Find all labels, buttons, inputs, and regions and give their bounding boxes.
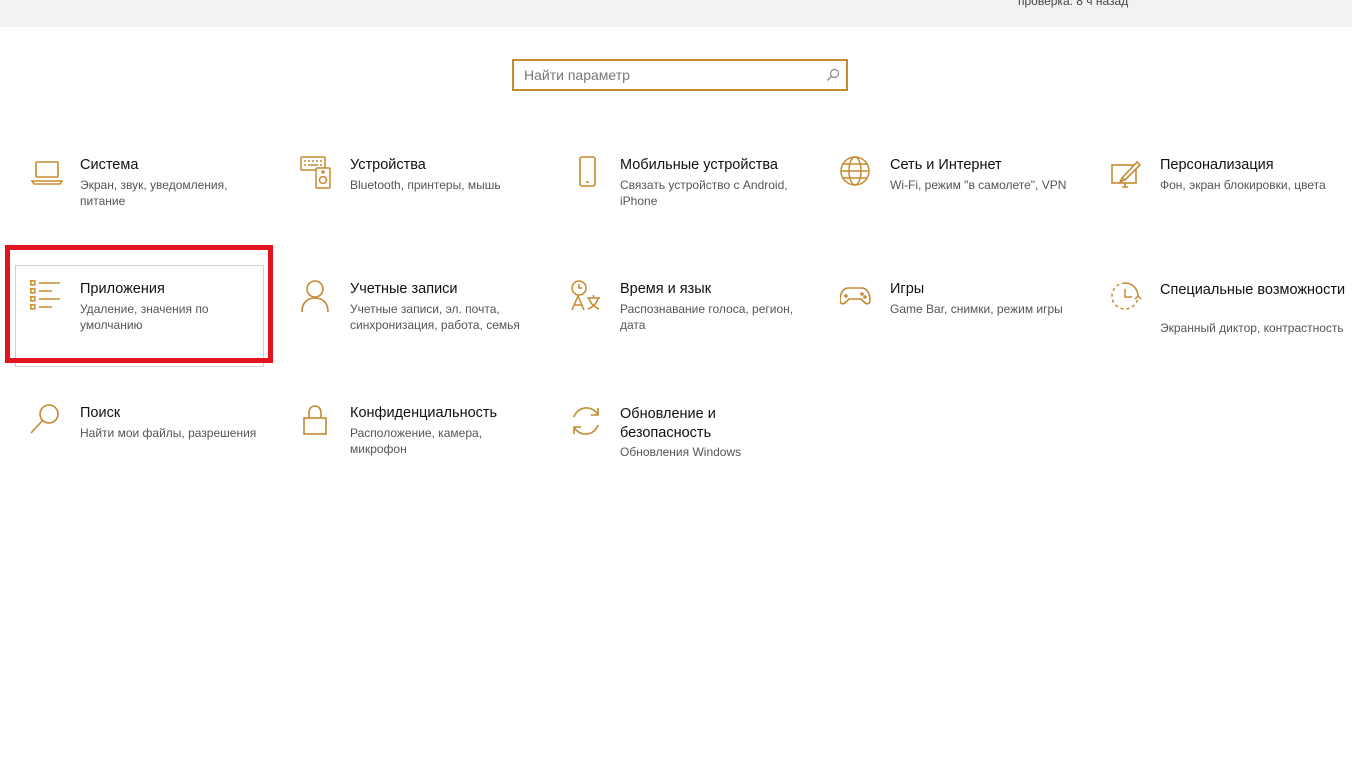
laptop-icon: [30, 156, 64, 190]
tile-accessibility[interactable]: Специальные возможности Экранный диктор,…: [1096, 281, 1352, 391]
search-icon[interactable]: [826, 68, 840, 82]
tile-mobile-devices[interactable]: Мобильные устройства Связать устройство …: [556, 156, 812, 266]
tile-title: Учетные записи: [350, 281, 458, 297]
tile-title: Игры: [890, 281, 925, 297]
tile-personalization[interactable]: Персонализация Фон, экран блокировки, цв…: [1096, 156, 1352, 266]
tile-description: Экранный диктор, контрастность: [1160, 321, 1344, 335]
lock-icon: [300, 404, 334, 438]
tile-title: Поиск: [80, 405, 121, 421]
tile-description: Game Bar, снимки, режим игры: [890, 302, 1063, 316]
tile-description: Bluetooth, принтеры, мышь: [350, 178, 501, 192]
person-icon: [300, 280, 334, 314]
tile-title: Специальные возможности: [1160, 282, 1346, 298]
globe-icon: [840, 156, 874, 190]
tile-accounts[interactable]: Учетные записи Учетные записи, эл. почта…: [286, 280, 542, 390]
tile-update-security[interactable]: Обновление и безопасность Обновления Win…: [556, 405, 812, 515]
tile-description: Обновления Windows: [620, 445, 742, 459]
tile-title: Время и язык: [620, 281, 712, 297]
accessibility-timer-icon: [1110, 281, 1144, 315]
tile-title: Конфиденциальность: [350, 405, 498, 421]
tile-title: Обновление и безопасность: [620, 406, 716, 441]
search-magnifier-icon: [30, 404, 64, 438]
search-box[interactable]: [512, 59, 848, 91]
tile-description: Расположение, камера, микрофон: [350, 426, 483, 456]
time-language-icon: [570, 280, 604, 314]
tile-description: Распознавание голоса, регион, дата: [620, 302, 794, 332]
red-highlight-annotation: [5, 245, 273, 363]
tile-description: Фон, экран блокировки, цвета: [1160, 178, 1326, 192]
search-input[interactable]: [524, 61, 814, 89]
tile-title: Персонализация: [1160, 157, 1274, 173]
tile-title: Система: [80, 157, 139, 173]
tile-time-language[interactable]: Время и язык Распознавание голоса, регио…: [556, 280, 812, 390]
update-sync-icon: [570, 405, 604, 439]
tile-description: Wi-Fi, режим "в самолете", VPN: [890, 178, 1067, 192]
top-status-bar: проверка: 8 ч назад: [0, 0, 1352, 27]
tile-title: Устройства: [350, 157, 426, 173]
tile-description: Связать устройство с Android, iPhone: [620, 178, 788, 208]
tile-search[interactable]: Поиск Найти мои файлы, разрешения: [16, 404, 272, 514]
tile-title: Сеть и Интернет: [890, 157, 1002, 173]
personalization-icon: [1110, 156, 1144, 190]
tile-description: Найти мои файлы, разрешения: [80, 426, 257, 440]
tile-description: Учетные записи, эл. почта, синхронизация…: [350, 302, 520, 332]
phone-icon: [570, 156, 604, 190]
tile-devices[interactable]: Устройства Bluetooth, принтеры, мышь: [286, 156, 542, 266]
tile-description: Экран, звук, уведомления, питание: [80, 178, 228, 208]
last-check-status: проверка: 8 ч назад: [1018, 0, 1129, 8]
devices-icon: [300, 156, 334, 190]
gamepad-icon: [840, 280, 874, 314]
tile-gaming[interactable]: Игры Game Bar, снимки, режим игры: [826, 280, 1082, 390]
tile-privacy[interactable]: Конфиденциальность Расположение, камера,…: [286, 404, 542, 514]
tile-network[interactable]: Сеть и Интернет Wi-Fi, режим "в самолете…: [826, 156, 1082, 266]
tile-title: Мобильные устройства: [620, 157, 778, 173]
